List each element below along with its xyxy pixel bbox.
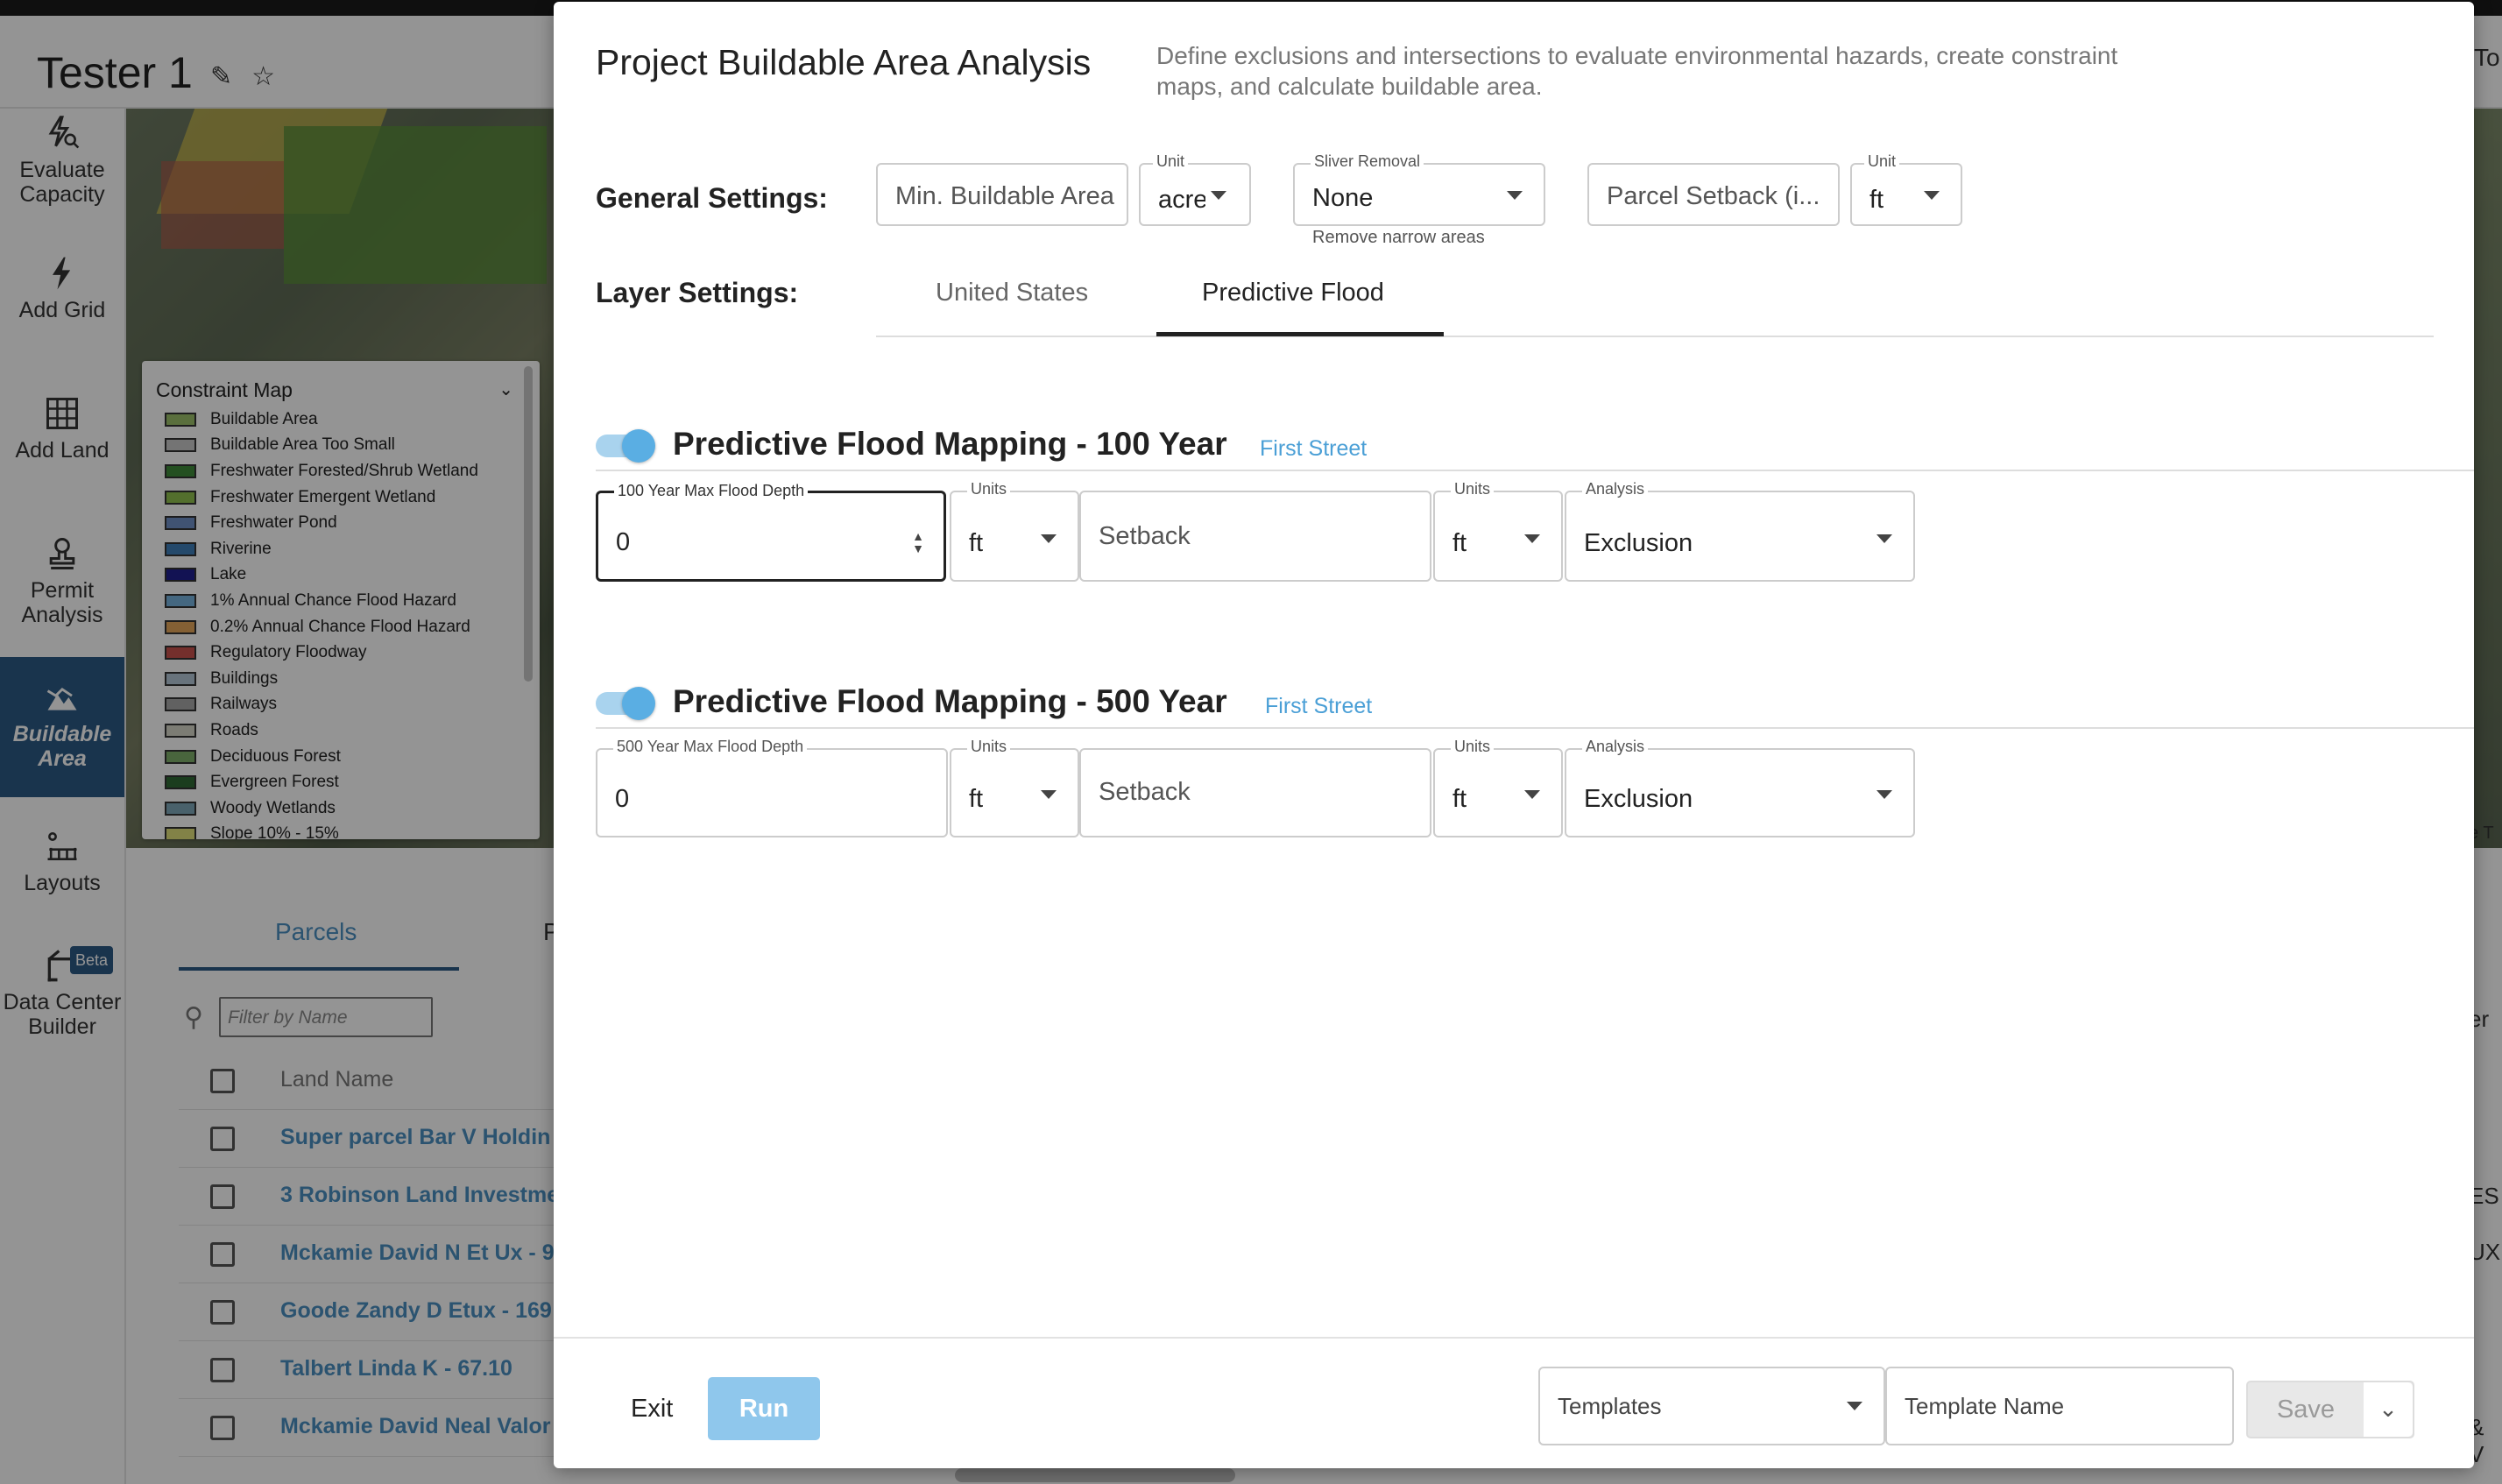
units-label: Units xyxy=(1451,480,1495,498)
min-buildable-area-placeholder: Min. Buildable Area xyxy=(895,182,1114,210)
dropdown-arrow-icon xyxy=(1876,534,1892,543)
general-settings-label: General Settings: xyxy=(596,182,828,214)
flood-500-toggle[interactable] xyxy=(596,687,657,720)
dropdown-arrow-icon xyxy=(1041,534,1057,543)
flood-100-setback-input[interactable]: Setback xyxy=(1079,491,1431,582)
flood-100-source-link[interactable]: First Street xyxy=(1260,436,1367,462)
area-unit-select[interactable]: Unit acre xyxy=(1139,152,1251,226)
setback-unit-value: ft xyxy=(1869,186,1884,214)
flood-100-depth-unit-select[interactable]: Units ft xyxy=(950,480,1079,582)
sliver-removal-select[interactable]: Sliver Removal None xyxy=(1293,152,1545,226)
dropdown-arrow-icon xyxy=(1041,790,1057,799)
tab-predictive-flood[interactable]: Predictive Flood xyxy=(1202,279,1384,307)
flood-100-analysis-value: Exclusion xyxy=(1584,529,1693,557)
parcel-setback-placeholder: Parcel Setback (i... xyxy=(1607,182,1820,210)
dropdown-arrow-icon xyxy=(1876,790,1892,799)
setback-unit-select[interactable]: Unit ft xyxy=(1850,152,1962,226)
min-buildable-area-input[interactable]: Min. Buildable Area xyxy=(876,163,1128,226)
units-label: Units xyxy=(1451,738,1495,756)
chevron-down-icon[interactable]: ⌄ xyxy=(2364,1382,2413,1437)
dropdown-arrow-icon xyxy=(1847,1402,1862,1410)
exit-button[interactable]: Exit xyxy=(631,1395,673,1424)
flood-500-analysis-select[interactable]: Analysis Exclusion xyxy=(1565,738,1915,837)
template-name-input[interactable]: Template Name xyxy=(1885,1367,2234,1445)
flood-500-setback-input[interactable]: Setback xyxy=(1079,748,1431,837)
area-unit-value: acre xyxy=(1158,186,1205,214)
flood-500-depth-unit-value: ft xyxy=(969,785,984,813)
layer-tabs-divider xyxy=(876,336,2434,337)
templates-select[interactable]: Templates xyxy=(1538,1367,1885,1445)
modal-title: Project Buildable Area Analysis xyxy=(596,42,1092,82)
flood-500-setback-placeholder: Setback xyxy=(1099,778,1191,806)
run-button[interactable]: Run xyxy=(708,1377,820,1440)
toggle-knob xyxy=(622,429,655,463)
section-divider xyxy=(596,727,2474,729)
sliver-removal-label: Sliver Removal xyxy=(1311,152,1424,171)
buildable-area-modal: Project Buildable Area Analysis Define e… xyxy=(554,2,2474,1468)
flood-500-setback-unit-value: ft xyxy=(1452,785,1467,813)
layer-settings-label: Layer Settings: xyxy=(596,277,799,308)
flood-500-depth-value: 0 xyxy=(615,785,630,813)
flood-500-depth-label: 500 Year Max Flood Depth xyxy=(613,738,808,756)
flood-100-setback-unit-value: ft xyxy=(1452,529,1467,557)
tab-united-states[interactable]: United States xyxy=(936,279,1088,307)
section-divider xyxy=(596,470,2474,471)
unit-label: Unit xyxy=(1864,152,1900,171)
flood-500-depth-input[interactable]: 500 Year Max Flood Depth 0 xyxy=(596,738,948,837)
flood-100-toggle[interactable] xyxy=(596,429,657,463)
unit-label: Unit xyxy=(1153,152,1189,171)
flood-500-source-link[interactable]: First Street xyxy=(1265,694,1372,719)
dropdown-arrow-icon xyxy=(1524,534,1540,543)
flood-100-analysis-select[interactable]: Analysis Exclusion xyxy=(1565,480,1915,582)
flood-100-depth-input[interactable]: 100 Year Max Flood Depth 0 ▲ ▼ xyxy=(596,482,946,582)
save-button[interactable]: Save xyxy=(2248,1382,2364,1437)
modal-description: Define exclusions and intersections to e… xyxy=(1156,42,2118,100)
flood-100-depth-value: 0 xyxy=(616,528,631,556)
parcel-setback-input[interactable]: Parcel Setback (i... xyxy=(1587,163,1840,226)
templates-placeholder: Templates xyxy=(1558,1393,1662,1419)
flood-500-depth-unit-select[interactable]: Units ft xyxy=(950,738,1079,837)
flood-100-setback-unit-select[interactable]: Units ft xyxy=(1433,480,1563,582)
toggle-knob xyxy=(622,687,655,720)
save-split-button: Save ⌄ xyxy=(2246,1381,2414,1438)
template-name-placeholder: Template Name xyxy=(1905,1393,2065,1419)
analysis-label: Analysis xyxy=(1582,738,1649,756)
units-label: Units xyxy=(967,480,1011,498)
flood-500-setback-unit-select[interactable]: Units ft xyxy=(1433,738,1563,837)
flood-500-title: Predictive Flood Mapping - 500 Year xyxy=(673,683,1227,719)
dropdown-arrow-icon xyxy=(1507,191,1523,200)
dropdown-arrow-icon xyxy=(1211,191,1226,200)
number-spinner-icon[interactable]: ▲ ▼ xyxy=(912,530,924,555)
units-label: Units xyxy=(967,738,1011,756)
flood-100-depth-unit-value: ft xyxy=(969,529,984,557)
flood-100-depth-label: 100 Year Max Flood Depth xyxy=(614,482,809,500)
sliver-removal-helper: Remove narrow areas xyxy=(1312,228,1485,247)
dropdown-arrow-icon xyxy=(1924,191,1940,200)
flood-500-analysis-value: Exclusion xyxy=(1584,785,1693,813)
flood-100-setback-placeholder: Setback xyxy=(1099,522,1191,550)
tab-active-indicator xyxy=(1156,332,1444,336)
analysis-label: Analysis xyxy=(1582,480,1649,498)
footer-divider xyxy=(554,1337,2474,1339)
dropdown-arrow-icon xyxy=(1524,790,1540,799)
sliver-removal-value: None xyxy=(1312,184,1374,212)
flood-100-title: Predictive Flood Mapping - 100 Year xyxy=(673,426,1227,462)
